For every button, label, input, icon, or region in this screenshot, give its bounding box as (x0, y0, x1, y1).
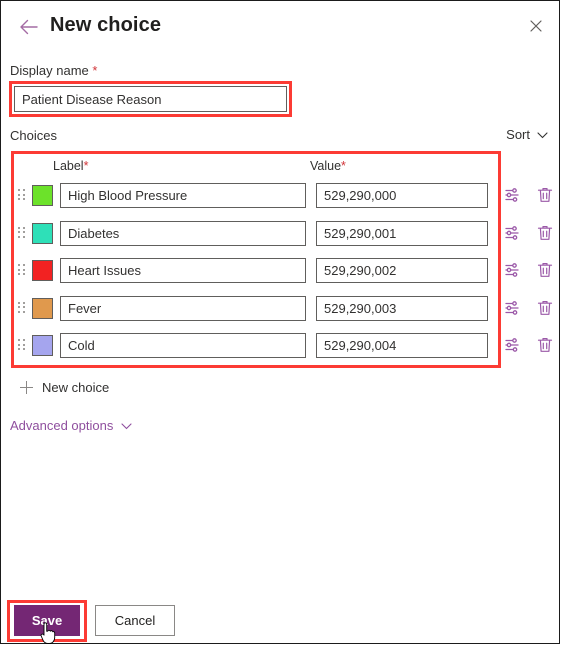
sliders-icon[interactable] (503, 335, 523, 355)
chevron-down-icon (537, 127, 548, 142)
plus-icon (20, 380, 33, 394)
choice-label-input[interactable] (60, 333, 306, 358)
back-arrow-icon[interactable] (17, 15, 41, 39)
choice-row (1, 180, 562, 210)
choice-color-swatch[interactable] (32, 297, 53, 319)
sliders-icon[interactable] (503, 260, 523, 280)
new-choice-button[interactable]: New choice (20, 378, 109, 396)
choices-section-label: Choices (10, 128, 57, 143)
column-header-label-text: Label (53, 159, 84, 173)
choice-value-input[interactable] (316, 183, 488, 208)
choice-value-input[interactable] (316, 220, 488, 246)
sort-button[interactable]: Sort (506, 127, 548, 142)
choice-label-input[interactable] (60, 220, 306, 246)
drag-handle-icon[interactable] (18, 189, 25, 201)
display-name-label: Display name * (10, 63, 97, 78)
chevron-down-icon (121, 418, 132, 433)
sort-button-label: Sort (506, 127, 530, 142)
choice-value-input[interactable] (316, 333, 488, 358)
choice-color-swatch[interactable] (32, 260, 53, 281)
choice-row (1, 255, 562, 285)
close-icon[interactable] (523, 13, 549, 39)
required-asterisk: * (341, 159, 346, 173)
column-header-label: Label* (53, 159, 88, 173)
drag-handle-icon[interactable] (18, 301, 25, 314)
choice-row (1, 218, 562, 248)
column-header-value: Value* (310, 159, 346, 173)
advanced-options-label: Advanced options (10, 418, 114, 433)
new-choice-panel: New choice Display name * Choices Sort L… (0, 0, 560, 644)
choice-label-input[interactable] (60, 295, 306, 321)
sliders-icon[interactable] (503, 298, 523, 318)
save-button[interactable]: Save (14, 605, 80, 636)
cancel-button[interactable]: Cancel (95, 605, 175, 636)
sliders-icon[interactable] (503, 223, 523, 243)
choice-row (1, 330, 562, 360)
trash-icon[interactable] (535, 223, 555, 243)
required-asterisk: * (83, 159, 89, 173)
display-name-label-text: Display name (10, 63, 89, 78)
sliders-icon[interactable] (503, 185, 523, 205)
choice-color-swatch[interactable] (32, 222, 53, 244)
choice-value-input[interactable] (316, 295, 488, 321)
display-name-input[interactable] (14, 86, 287, 112)
panel-header: New choice (1, 1, 559, 53)
required-asterisk: * (92, 63, 98, 78)
choice-label-input[interactable] (60, 183, 306, 208)
choice-color-swatch[interactable] (32, 185, 53, 206)
advanced-options-toggle[interactable]: Advanced options (10, 418, 132, 433)
page-title: New choice (50, 14, 162, 36)
drag-handle-icon[interactable] (18, 226, 25, 239)
trash-icon[interactable] (535, 185, 555, 205)
trash-icon[interactable] (535, 298, 555, 318)
trash-icon[interactable] (535, 260, 555, 280)
choice-value-input[interactable] (316, 258, 488, 283)
choice-color-swatch[interactable] (32, 335, 53, 356)
choice-label-input[interactable] (60, 258, 306, 283)
choice-row (1, 293, 562, 323)
drag-handle-icon[interactable] (18, 339, 25, 351)
drag-handle-icon[interactable] (18, 264, 25, 276)
column-header-value-text: Value (310, 159, 342, 173)
new-choice-label: New choice (42, 379, 110, 395)
trash-icon[interactable] (535, 335, 555, 355)
